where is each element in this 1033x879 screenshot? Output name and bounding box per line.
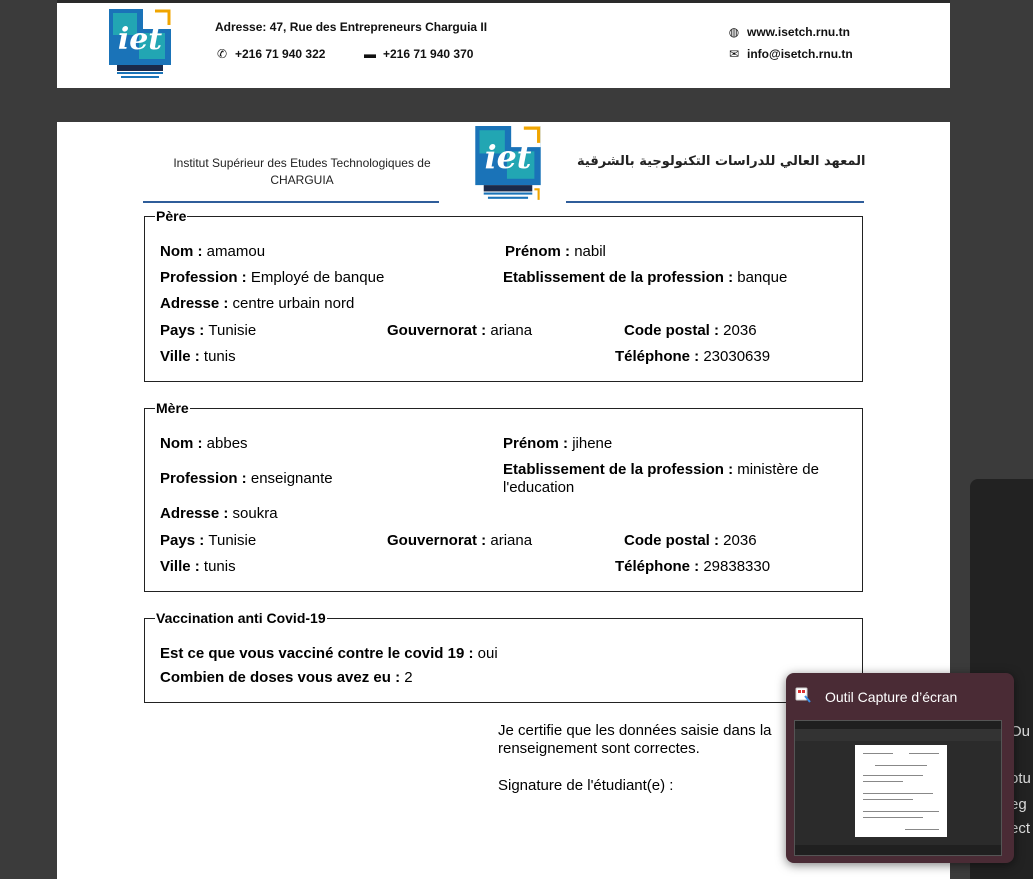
header-rule-left	[143, 201, 439, 203]
father-adresse: Adresse : centre urbain nord	[160, 295, 355, 312]
thumbnail-document	[855, 745, 947, 837]
snipping-tool-notification[interactable]: Outil Capture d’écran	[786, 673, 1014, 863]
father-profession: Profession : Employé de banque	[160, 269, 385, 286]
father-code-postal: Code postal : 2036	[624, 322, 757, 339]
header-email: info@isetch.rnu.tn	[747, 47, 853, 61]
institution-name-ar: المعهد العالي للدراسات التكنولوجية بالشر…	[577, 154, 866, 169]
father-pays: Pays : Tunisie	[160, 322, 257, 339]
mother-code-postal: Code postal : 2036	[624, 532, 757, 549]
svg-text:iet: iet	[485, 139, 532, 176]
thumbnail-taskbar	[795, 845, 1001, 855]
header-phone: +216 71 940 322	[235, 47, 326, 61]
header-fax: +216 71 940 370	[383, 47, 474, 61]
letterhead-page: iet Adresse: 47, Rue des Entrepreneurs C…	[57, 0, 950, 88]
mother-profession: Profession : enseignante	[160, 470, 333, 487]
globe-icon: ◍	[728, 25, 740, 39]
header-phone-row: ✆ +216 71 940 322	[215, 47, 325, 61]
iset-logo: iet	[109, 9, 171, 78]
father-nom: Nom : amamou	[160, 243, 266, 260]
mother-pays: Pays : Tunisie	[160, 532, 257, 549]
mother-ville: Ville : tunis	[160, 558, 236, 575]
thumbnail-toolbar	[795, 729, 1001, 741]
mother-prenom: Prénom : jihene	[503, 435, 613, 452]
header-address: Adresse: 47, Rue des Entrepreneurs Charg…	[215, 20, 488, 34]
thumbnail-titlebar	[795, 721, 1001, 729]
institution-name-fr-line1: Institut Supérieur des Etudes Technologi…	[173, 156, 431, 170]
father-prenom: Prénom : nabil	[505, 243, 606, 260]
father-legend: Père	[156, 208, 187, 224]
envelope-icon: ✉	[728, 47, 740, 61]
iset-logo: iet	[475, 126, 541, 200]
header-web-row: ◍ www.isetch.rnu.tn	[727, 25, 850, 39]
covid-legend: Vaccination anti Covid-19	[156, 610, 326, 626]
header-fax-row: ▬ +216 71 940 370	[363, 47, 473, 61]
mother-telephone: Téléphone : 29838330	[615, 558, 771, 575]
fax-icon: ▬	[364, 47, 376, 61]
mother-nom: Nom : abbes	[160, 435, 248, 452]
svg-text:iet: iet	[118, 22, 162, 57]
institution-name-fr: Institut Supérieur des Etudes Technologi…	[157, 155, 447, 189]
snipping-tool-icon	[795, 687, 811, 703]
mother-legend: Mère	[156, 400, 189, 416]
mother-etablissement: Etablissement de la profession : ministè…	[503, 461, 819, 496]
snipping-tool-title: Outil Capture d’écran	[825, 689, 958, 705]
header-rule-right	[566, 201, 864, 203]
mother-adresse: Adresse : soukra	[160, 505, 278, 522]
father-gouvernorat: Gouvernorat : ariana	[387, 322, 533, 339]
phone-icon: ✆	[216, 47, 228, 61]
father-telephone: Téléphone : 23030639	[615, 348, 771, 365]
covid-doses: Combien de doses vous avez eu : 2	[160, 669, 413, 686]
mother-gouvernorat: Gouvernorat : ariana	[387, 532, 533, 549]
screenshot-thumbnail[interactable]	[794, 720, 1002, 856]
father-etablissement: Etablissement de la profession : banque	[503, 269, 788, 286]
institution-name-fr-line2: CHARGUIA	[270, 173, 334, 187]
covid-vaccinated: Est ce que vous vacciné contre le covid …	[160, 645, 498, 662]
header-mail-row: ✉ info@isetch.rnu.tn	[727, 47, 853, 61]
signature-label: Signature de l'étudiant(e) :	[498, 777, 674, 794]
header-website: www.isetch.rnu.tn	[747, 25, 850, 39]
certification-text: Je certifie que les données saisie dans …	[498, 722, 772, 757]
father-ville: Ville : tunis	[160, 348, 236, 365]
